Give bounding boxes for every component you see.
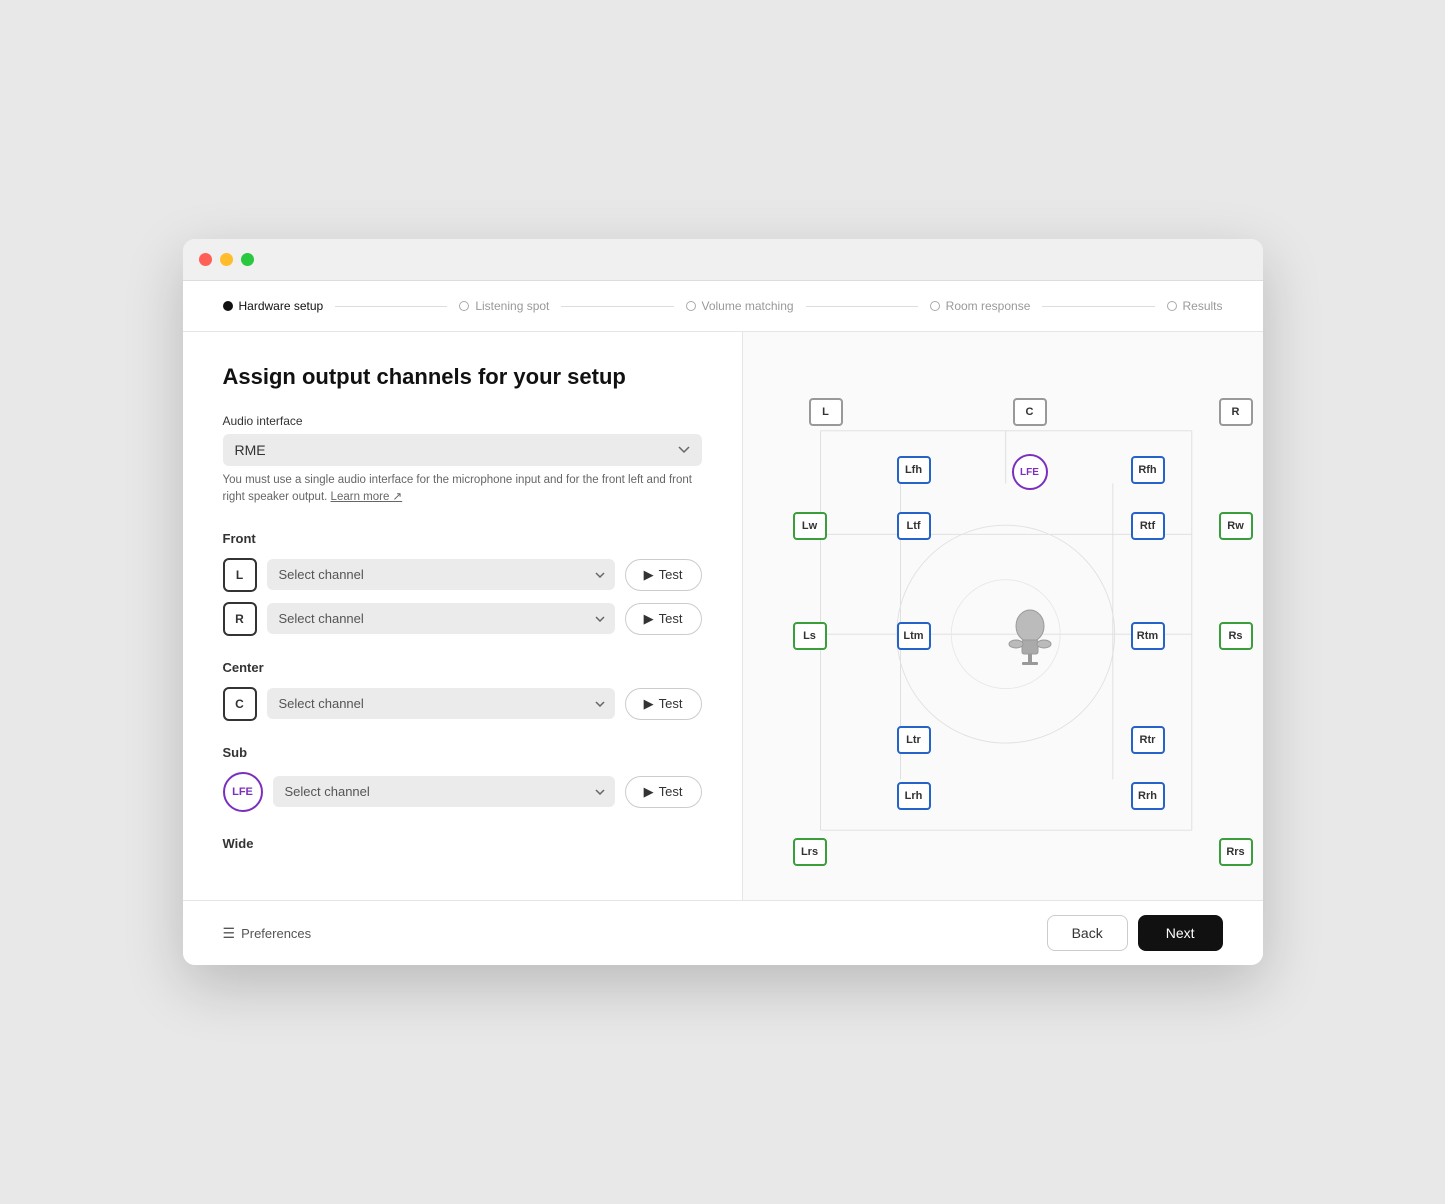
- step-label-volume: Volume matching: [702, 299, 794, 313]
- footer: ☰ Preferences Back Next: [183, 900, 1263, 965]
- node-Lrh: Lrh: [897, 782, 931, 810]
- learn-more-link[interactable]: Learn more ↗: [331, 491, 403, 503]
- play-icon-L: ▶: [644, 567, 654, 583]
- section-sub: Sub: [223, 745, 702, 760]
- node-Lfh: Lfh: [897, 456, 931, 484]
- step-listening[interactable]: Listening spot: [459, 299, 549, 313]
- minimize-button[interactable]: [220, 253, 233, 266]
- content-area: Assign output channels for your setup Au…: [183, 332, 1263, 900]
- badge-L: L: [223, 558, 257, 592]
- step-results[interactable]: Results: [1167, 299, 1223, 313]
- node-Ltf: Ltf: [897, 512, 931, 540]
- step-line-2: [561, 306, 673, 307]
- node-Rrh: Rrh: [1131, 782, 1165, 810]
- channel-select-L[interactable]: Select channel: [267, 559, 615, 590]
- preferences-button[interactable]: ☰ Preferences: [223, 925, 312, 942]
- prefs-icon: ☰: [223, 925, 236, 942]
- node-Ltr: Ltr: [897, 726, 931, 754]
- node-Ls: Ls: [793, 622, 827, 650]
- play-icon-LFE: ▶: [644, 784, 654, 800]
- audio-interface-label: Audio interface: [223, 414, 702, 428]
- channel-row-LFE: LFE Select channel ▶ Test: [223, 772, 702, 812]
- step-line-3: [806, 306, 918, 307]
- node-C: C: [1013, 398, 1047, 426]
- page-heading: Assign output channels for your setup: [223, 364, 702, 390]
- test-button-C[interactable]: ▶ Test: [625, 688, 702, 720]
- badge-LFE: LFE: [223, 772, 263, 812]
- step-label-hardware: Hardware setup: [239, 299, 324, 313]
- step-label-room: Room response: [946, 299, 1031, 313]
- back-button[interactable]: Back: [1047, 915, 1128, 951]
- node-Rfh: Rfh: [1131, 456, 1165, 484]
- main-window: Hardware setup Listening spot Volume mat…: [183, 239, 1263, 965]
- channel-select-C[interactable]: Select channel: [267, 688, 615, 719]
- step-dot-listening: [459, 301, 469, 311]
- close-button[interactable]: [199, 253, 212, 266]
- footer-actions: Back Next: [1047, 915, 1223, 951]
- left-panel: Assign output channels for your setup Au…: [183, 332, 743, 900]
- test-button-R[interactable]: ▶ Test: [625, 603, 702, 635]
- badge-R: R: [223, 602, 257, 636]
- play-icon-C: ▶: [644, 696, 654, 712]
- speaker-diagram: L C R Lfh LFE Rfh Lw Ltf Rtf Rw: [767, 356, 1239, 876]
- step-label-listening: Listening spot: [475, 299, 549, 313]
- node-Rrs: Rrs: [1219, 838, 1253, 866]
- maximize-button[interactable]: [241, 253, 254, 266]
- node-Rtm: Rtm: [1131, 622, 1165, 650]
- node-Rs: Rs: [1219, 622, 1253, 650]
- node-L: L: [809, 398, 843, 426]
- play-icon-R: ▶: [644, 611, 654, 627]
- badge-C: C: [223, 687, 257, 721]
- helper-text: You must use a single audio interface fo…: [223, 472, 702, 507]
- node-Rw: Rw: [1219, 512, 1253, 540]
- section-front: Front: [223, 531, 702, 546]
- step-hardware[interactable]: Hardware setup: [223, 299, 324, 313]
- node-Rtr: Rtr: [1131, 726, 1165, 754]
- step-line-4: [1042, 306, 1154, 307]
- stepper-bar: Hardware setup Listening spot Volume mat…: [183, 281, 1263, 332]
- node-LFE-diagram: LFE: [1012, 454, 1048, 490]
- audio-interface-select[interactable]: RME: [223, 434, 702, 466]
- channel-row-C: C Select channel ▶ Test: [223, 687, 702, 721]
- step-dot-hardware: [223, 301, 233, 311]
- step-dot-room: [930, 301, 940, 311]
- titlebar: [183, 239, 1263, 281]
- step-dot-volume: [686, 301, 696, 311]
- test-button-LFE[interactable]: ▶ Test: [625, 776, 702, 808]
- step-room[interactable]: Room response: [930, 299, 1031, 313]
- step-label-results: Results: [1183, 299, 1223, 313]
- section-wide: Wide: [223, 836, 702, 851]
- channel-select-R[interactable]: Select channel: [267, 603, 615, 634]
- microphone-icon: [1002, 608, 1058, 664]
- channel-row-L: L Select channel ▶ Test: [223, 558, 702, 592]
- node-R: R: [1219, 398, 1253, 426]
- node-Rtf: Rtf: [1131, 512, 1165, 540]
- node-Lrs: Lrs: [793, 838, 827, 866]
- step-volume[interactable]: Volume matching: [686, 299, 794, 313]
- right-panel: L C R Lfh LFE Rfh Lw Ltf Rtf Rw: [743, 332, 1263, 900]
- step-line-1: [335, 306, 447, 307]
- next-button[interactable]: Next: [1138, 915, 1223, 951]
- node-Ltm: Ltm: [897, 622, 931, 650]
- step-dot-results: [1167, 301, 1177, 311]
- section-center: Center: [223, 660, 702, 675]
- channel-select-LFE[interactable]: Select channel: [273, 776, 615, 807]
- test-button-L[interactable]: ▶ Test: [625, 559, 702, 591]
- node-Lw: Lw: [793, 512, 827, 540]
- channel-row-R: R Select channel ▶ Test: [223, 602, 702, 636]
